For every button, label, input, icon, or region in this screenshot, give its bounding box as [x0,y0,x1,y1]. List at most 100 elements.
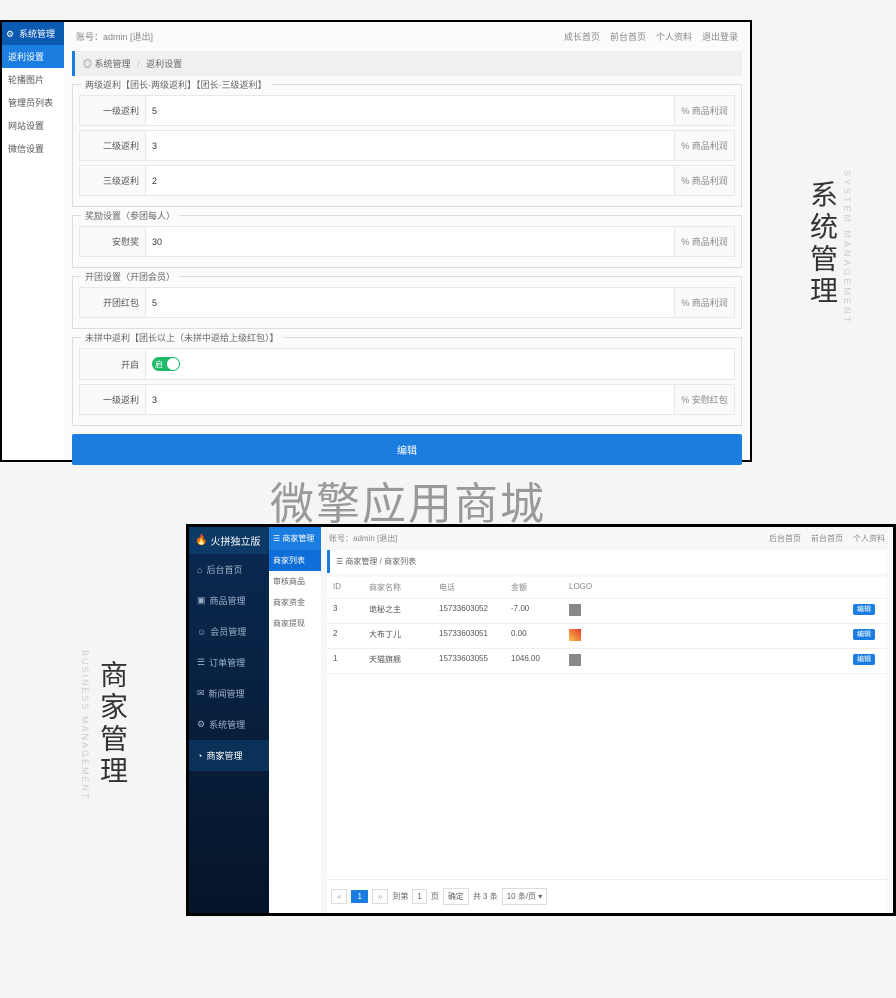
crumb-root[interactable]: 商家管理 [345,557,377,566]
field-label: 一级返利 [80,96,146,125]
submenu-audit[interactable]: 审核商品 [269,571,321,592]
cell-amt: -7.00 [511,604,569,618]
col-name: 商家名称 [369,582,439,593]
field-label: 安慰奖 [80,227,146,256]
cell-name: 大布丁儿 [369,629,439,643]
nav-label: 系统管理 [209,718,245,731]
field-input[interactable]: 5 [146,290,674,316]
page-to-label: 到第 [392,891,408,902]
edit-button[interactable]: 编辑 [853,654,875,665]
nav-member[interactable]: ☺会员管理 [189,616,269,647]
sidebar-item-site[interactable]: 网站设置 [2,114,64,137]
edit-button[interactable]: 编辑 [853,604,875,615]
home-icon: ⌂ [197,565,202,575]
field-input[interactable]: 30 [146,229,674,255]
page-go-button[interactable]: 确定 [443,888,469,905]
crumb-root[interactable]: 系统管理 [95,59,131,69]
brand-label: 火拼独立版 [210,533,260,548]
order-icon: ☰ [197,657,205,668]
account-label: 账号：admin [329,534,375,543]
table-header: ID 商家名称 电话 金额 LOGO [327,577,887,599]
sidebar-item-rebate[interactable]: 返利设置 [2,45,64,68]
section-rebate: 两级返利【团长·两级返利】【团长·三级返利】 一级返利 5 % 商品利润 二级返… [72,84,742,207]
logout-link[interactable]: [退出] [377,534,397,543]
system-panel: ⚙ 系统管理 返利设置 轮播图片 管理员列表 网站设置 微信设置 账号：admi… [0,20,752,462]
cell-id: 1 [333,654,369,668]
page-input[interactable]: 1 [412,889,426,904]
table-row: 3 诡秘之主 15733603052 -7.00 编辑 [327,599,887,624]
submenu-list[interactable]: 商家列表 [269,550,321,571]
section-open: 开团设置（开团会员） 开团红包 5 % 商品利润 [72,276,742,329]
link-growth[interactable]: 成长首页 [564,30,600,43]
field-suffix: % 安慰红包 [674,385,734,414]
page-current[interactable]: 1 [351,890,367,903]
enable-toggle[interactable]: 启 [152,357,180,371]
sidebar-item-admins[interactable]: 管理员列表 [2,91,64,114]
nav-home[interactable]: ⌂后台首页 [189,554,269,585]
col-act [853,582,881,593]
field-label: 开团红包 [80,288,146,317]
cell-tel: 15733603051 [439,629,511,643]
submenu-withdraw[interactable]: 商家提现 [269,613,321,634]
link-profile[interactable]: 个人资料 [656,30,692,43]
sidebar-item-wechat[interactable]: 微信设置 [2,137,64,160]
field-input[interactable]: 3 [146,133,674,159]
link-logout[interactable]: 退出登录 [702,30,738,43]
nav-goods[interactable]: ▣商品管理 [189,585,269,616]
shop-icon: ◔ [197,751,202,761]
row-level1: 一级返利 5 % 商品利润 [79,95,735,126]
link-profile[interactable]: 个人资料 [853,533,885,544]
row-redpacket: 开团红包 5 % 商品利润 [79,287,735,318]
link-front[interactable]: 前台首页 [811,533,843,544]
page-next[interactable]: » [372,889,388,904]
page-prev[interactable]: « [331,889,347,904]
p1-main: 账号：admin [退出] 成长首页 前台首页 个人资料 退出登录 ◎ 系统管理… [64,22,750,460]
account-info: 账号：admin [退出] [329,533,397,544]
link-front[interactable]: 前台首页 [610,30,646,43]
p1-topbar: 账号：admin [退出] 成长首页 前台首页 个人资料 退出登录 [72,22,742,51]
brand: 🔥 火拼独立版 [189,527,269,554]
link-back[interactable]: 后台首页 [769,533,801,544]
section-unmatched: 未拼中返利【团长以上（未拼中返给上级红包）】 开启 启 一级返利 3 % 安慰红… [72,337,742,426]
member-icon: ☺ [197,627,206,637]
field-input[interactable]: 5 [146,98,674,124]
save-button[interactable]: 编辑 [72,434,742,465]
sidebar-item-carousel[interactable]: 轮播图片 [2,68,64,91]
table-row: 2 大布丁儿 15733603051 0.00 编辑 [327,624,887,649]
p2-topbar: 账号：admin [退出] 后台首页 前台首页 个人资料 [327,527,887,550]
nav-system[interactable]: ⚙系统管理 [189,709,269,740]
field-label: 开启 [80,350,146,379]
nav-label: 新闻管理 [209,687,245,700]
news-icon: ✉ [197,688,205,699]
nav-news[interactable]: ✉ 新闻管理 [189,678,269,709]
logo-icon [569,654,581,666]
account-label: 账号：admin [76,32,128,42]
cell-name: 诡秘之主 [369,604,439,618]
field-input[interactable]: 2 [146,168,674,194]
p2-sidebar: 🔥 火拼独立版 ⌂后台首页 ▣商品管理 ☺会员管理 ☰订单管理 ✉ 新闻管理 ⚙系… [189,527,269,913]
p2-main: 账号：admin [退出] 后台首页 前台首页 个人资料 ☰ 商家管理 / 商家… [321,527,893,913]
cell-tel: 15733603052 [439,604,511,618]
field-input[interactable]: 3 [146,387,674,413]
cell-logo [569,629,853,643]
cell-id: 2 [333,629,369,643]
crumb-current: 商家列表 [384,557,416,566]
submenu-funds[interactable]: 商家资金 [269,592,321,613]
merchant-table: ID 商家名称 电话 金额 LOGO 3 诡秘之主 15733603052 -7… [327,577,887,879]
legend: 奖励设置（参团每人） [81,209,179,222]
account-info: 账号：admin [退出] [76,30,153,43]
flame-icon: 🔥 [195,535,207,546]
edit-button[interactable]: 编辑 [853,629,875,640]
page-unit: 页 [431,891,439,902]
row-level3: 三级返利 2 % 商品利润 [79,165,735,196]
nav-business[interactable]: ◔商家管理 [189,740,269,771]
cell-amt: 1046.00 [511,654,569,668]
logo-icon [569,629,581,641]
header-links: 成长首页 前台首页 个人资料 退出登录 [564,30,738,43]
table-row: 1 天猫旗舰 15733603055 1046.00 编辑 [327,649,887,674]
logout-link[interactable]: [退出] [130,32,153,42]
business-panel: 🔥 火拼独立版 ⌂后台首页 ▣商品管理 ☺会员管理 ☰订单管理 ✉新闻管理 ⚙系… [186,524,896,916]
page-total: 共 3 条 [473,891,498,902]
nav-order[interactable]: ☰订单管理 [189,647,269,678]
page-size-select[interactable]: 10 条/页 ▾ [502,888,548,905]
